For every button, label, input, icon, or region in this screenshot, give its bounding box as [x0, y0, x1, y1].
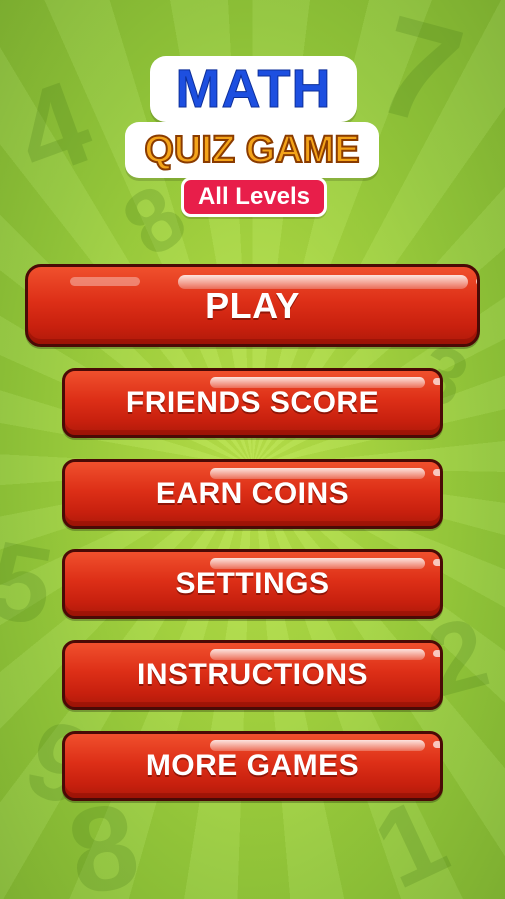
button-highlight	[433, 650, 440, 657]
instructions-button-label: INSTRUCTIONS	[137, 658, 368, 691]
settings-button[interactable]: SETTINGS	[62, 549, 443, 619]
more-games-button-label: MORE GAMES	[145, 749, 360, 782]
game-logo: MATH QUIZ GAME All Levels	[0, 0, 505, 230]
logo-levels-badge: All Levels	[181, 177, 327, 217]
play-button[interactable]: PLAY	[25, 264, 480, 347]
logo-math-text: MATH	[175, 59, 332, 119]
friends-score-button-label: FRIENDS SCORE	[125, 386, 380, 419]
earn-coins-button[interactable]: EARN COINS	[62, 459, 443, 529]
button-highlight	[433, 469, 440, 476]
settings-button-label: SETTINGS	[175, 567, 330, 600]
button-highlight	[70, 277, 140, 286]
button-highlight	[433, 741, 440, 748]
more-games-button[interactable]: MORE GAMES	[62, 731, 443, 801]
earn-coins-button-label: EARN COINS	[155, 477, 350, 510]
button-highlight	[433, 559, 440, 566]
logo-math-plate: MATH	[150, 56, 357, 122]
logo-quiz-plate: QUIZ GAME	[125, 122, 379, 178]
instructions-button[interactable]: INSTRUCTIONS	[62, 640, 443, 710]
play-button-label: PLAY	[205, 284, 300, 326]
logo-levels-text: All Levels	[197, 183, 311, 210]
button-highlight	[476, 277, 477, 286]
friends-score-button[interactable]: FRIENDS SCORE	[62, 368, 443, 438]
button-highlight	[433, 378, 440, 385]
logo-quiz-text: QUIZ GAME	[143, 129, 360, 171]
